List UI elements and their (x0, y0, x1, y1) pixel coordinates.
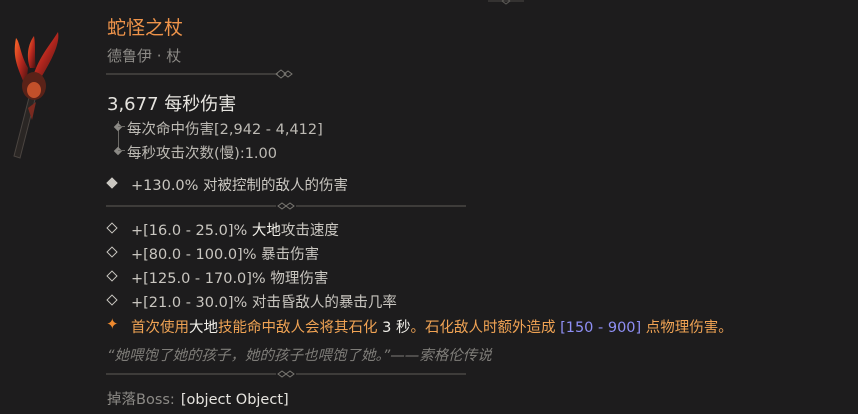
diamond-bullet-icon (106, 177, 118, 189)
diamond-icon (113, 146, 123, 156)
diamond-bullet-icon (106, 222, 118, 234)
drop-value: [object Object] (180, 392, 289, 408)
drop-label: 掉落Boss: (107, 392, 175, 408)
separator (106, 370, 466, 378)
legendary-star-icon: ✦ (106, 315, 119, 333)
diamond-bullet-icon (106, 246, 118, 258)
item-type: 德鲁伊 · 杖 (107, 47, 182, 65)
diamond-bullet-icon (106, 294, 118, 306)
dps-value: 3,677 每秒伤害 (107, 94, 237, 115)
drop-source: 掉落Boss: [object Object] (107, 388, 289, 409)
serpent-staff-icon (13, 32, 59, 159)
top-ornament-icon (488, 0, 524, 5)
diamond-bullet-icon (106, 270, 118, 282)
diamond-icon (113, 122, 123, 132)
lore-text: “她喂饱了她的孩子，她的孩子也喂饱了她。”——索格伦传说 (107, 348, 492, 364)
separator (106, 202, 466, 210)
separator (106, 69, 293, 79)
item-name: 蛇怪之杖 (107, 17, 184, 39)
